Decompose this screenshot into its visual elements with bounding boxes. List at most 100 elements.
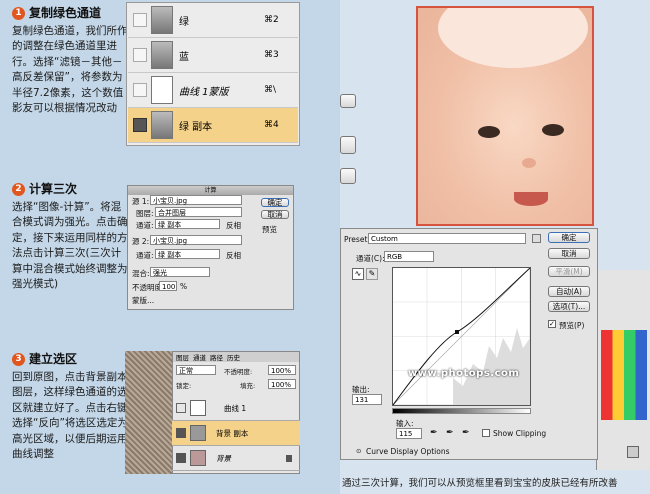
layer-row[interactable]: 曲线 1 [172, 396, 300, 421]
cancel-button[interactable]: 取消 [548, 248, 590, 259]
preview-checkbox[interactable]: 预览 [262, 224, 277, 235]
step-2: 2 计算三次 选择“图像-计算”。将混合模式调为强光。点击确定，接下来运用同样的方… [0, 176, 130, 293]
visibility-box[interactable] [133, 48, 147, 62]
curve-tool-icon[interactable]: ∿ [352, 268, 364, 280]
invert-checkbox[interactable]: 反相 [226, 250, 241, 261]
fill-input[interactable]: 100% [268, 379, 296, 389]
black-eyedropper-icon[interactable]: ✒ [430, 428, 438, 438]
eye-icon[interactable] [176, 403, 186, 413]
layer-name: 背景 [216, 453, 231, 463]
right-eye [542, 124, 564, 136]
tab-paths[interactable]: 路径 [210, 352, 223, 362]
color-swatches[interactable] [601, 330, 647, 420]
caption: 通过三次计算，我们可以从预览框里看到宝宝的皮肤已经有所改善 [340, 474, 650, 494]
tab-layers[interactable]: 图层 [176, 352, 189, 362]
output-input[interactable]: 131 [352, 394, 382, 405]
partial-button[interactable] [340, 94, 356, 108]
source1-select[interactable]: 小宝贝.jpg [150, 195, 242, 205]
smooth-button[interactable]: 平滑(M) [548, 266, 590, 277]
eye-icon[interactable] [133, 118, 147, 132]
eye-icon[interactable] [176, 453, 186, 463]
white-eyedropper-icon[interactable]: ✒ [462, 428, 470, 438]
channel-thumbnail [151, 76, 173, 104]
channel-select[interactable]: RGB [384, 251, 434, 262]
curves-thumbnail [190, 400, 206, 416]
curve-graph[interactable] [392, 267, 531, 406]
preview-label: 预览(P) [559, 321, 585, 330]
input-input[interactable]: 115 [396, 428, 422, 439]
partial-button[interactable] [340, 136, 356, 154]
auto-button[interactable]: 自动(A) [548, 286, 590, 297]
step-title: 复制绿色通道 [29, 6, 102, 20]
step-title: 计算三次 [29, 182, 78, 196]
step-body: 选择“图像-计算”。将混合模式调为强光。点击确定，接下来运用同样的方法点击计算三… [12, 200, 128, 291]
background-window [340, 8, 410, 188]
skin-texture-image [125, 351, 173, 474]
preview-checkbox[interactable]: ✓ [548, 320, 556, 328]
layer-name: 曲线 1 [224, 403, 247, 413]
step-number: 3 [12, 353, 25, 367]
opacity-input[interactable]: 100 [159, 281, 177, 291]
channel-row[interactable]: 绿 ⌘2 [128, 3, 298, 38]
eye-icon[interactable] [176, 428, 186, 438]
layers-tabs: 图层 通道 路径 历史 [173, 352, 299, 362]
channel-label: 通道: [136, 251, 154, 260]
channel-row[interactable]: 曲线 1蒙版 ⌘\ [128, 73, 298, 108]
baby-photo [416, 6, 594, 226]
curve-display-options[interactable]: Curve Display Options [366, 447, 449, 456]
ok-button[interactable]: 确定 [261, 198, 289, 207]
fill-label: 填充: [240, 382, 256, 390]
channel-row-selected[interactable]: 绿 副本 ⌘4 [128, 108, 298, 143]
blend-mode-select[interactable]: 正常 [176, 365, 216, 375]
curve-point[interactable] [455, 330, 459, 334]
tab-history[interactable]: 历史 [227, 352, 240, 362]
forehead-highlight [438, 8, 588, 68]
tab-channels[interactable]: 通道 [193, 352, 206, 362]
source2-label: 源 2: [132, 237, 150, 246]
input-gradient-bar [392, 408, 531, 414]
show-clipping-checkbox[interactable] [482, 429, 490, 437]
preset-label: Preset: [344, 235, 370, 244]
swatches-panel [596, 270, 650, 470]
opacity-label: 不透明度: [224, 368, 253, 376]
visibility-box[interactable] [133, 83, 147, 97]
ok-button[interactable]: 确定 [548, 232, 590, 243]
mask-checkbox[interactable]: 蒙版... [132, 295, 154, 306]
blend-label: 混合: [132, 269, 150, 278]
curve-plot[interactable] [392, 267, 531, 406]
layer-name: 背景 副本 [216, 428, 249, 438]
preset-options-icon[interactable] [532, 234, 541, 243]
opacity-input[interactable]: 100% [268, 365, 296, 375]
channel1-select[interactable]: 绿 副本 [155, 219, 220, 229]
pencil-icon[interactable]: ✎ [366, 268, 378, 280]
layer-row[interactable]: 背景 [172, 446, 300, 471]
expand-arrow-icon[interactable]: ⊙ [356, 447, 361, 455]
channel2-select[interactable]: 绿 副本 [155, 249, 220, 259]
cancel-button[interactable]: 取消 [261, 210, 289, 219]
channel-shortcut: ⌘3 [264, 50, 279, 60]
source1-label: 源 1: [132, 197, 150, 206]
channel-row[interactable]: 蓝 ⌘3 [128, 38, 298, 73]
step-number: 2 [12, 183, 25, 197]
step-3: 3 建立选区 回到原图，点击背景副本图层，这样绿色通道的选区就建立好了。点击右键选… [0, 346, 130, 463]
layer1-select[interactable]: 合并图层 [155, 207, 242, 217]
options-button[interactable]: 选项(T)... [548, 301, 590, 312]
invert-checkbox[interactable]: 反相 [226, 220, 241, 231]
channel-label: 通道(C): [356, 254, 385, 263]
source2-select[interactable]: 小宝贝.jpg [150, 235, 242, 245]
trash-icon[interactable] [627, 446, 639, 458]
layer-thumbnail [190, 450, 206, 466]
channel-thumbnail [151, 6, 173, 34]
percent-label: % [180, 282, 188, 291]
mouth [514, 192, 548, 206]
layer-row-selected[interactable]: 背景 副本 [172, 421, 300, 446]
visibility-box[interactable] [133, 13, 147, 27]
gray-eyedropper-icon[interactable]: ✒ [446, 428, 454, 438]
preset-select[interactable]: Custom [368, 233, 526, 244]
blend-select[interactable]: 强光 [150, 267, 210, 277]
partial-button[interactable] [340, 168, 356, 184]
step-1: 1 复制绿色通道 复制绿色通道，我们所作的调整在绿色通道里进行。选择“滤镜－其他－… [0, 0, 130, 165]
channel-name: 绿 副本 [179, 121, 213, 133]
step-number: 1 [12, 7, 25, 21]
channel-shortcut: ⌘2 [264, 15, 279, 25]
